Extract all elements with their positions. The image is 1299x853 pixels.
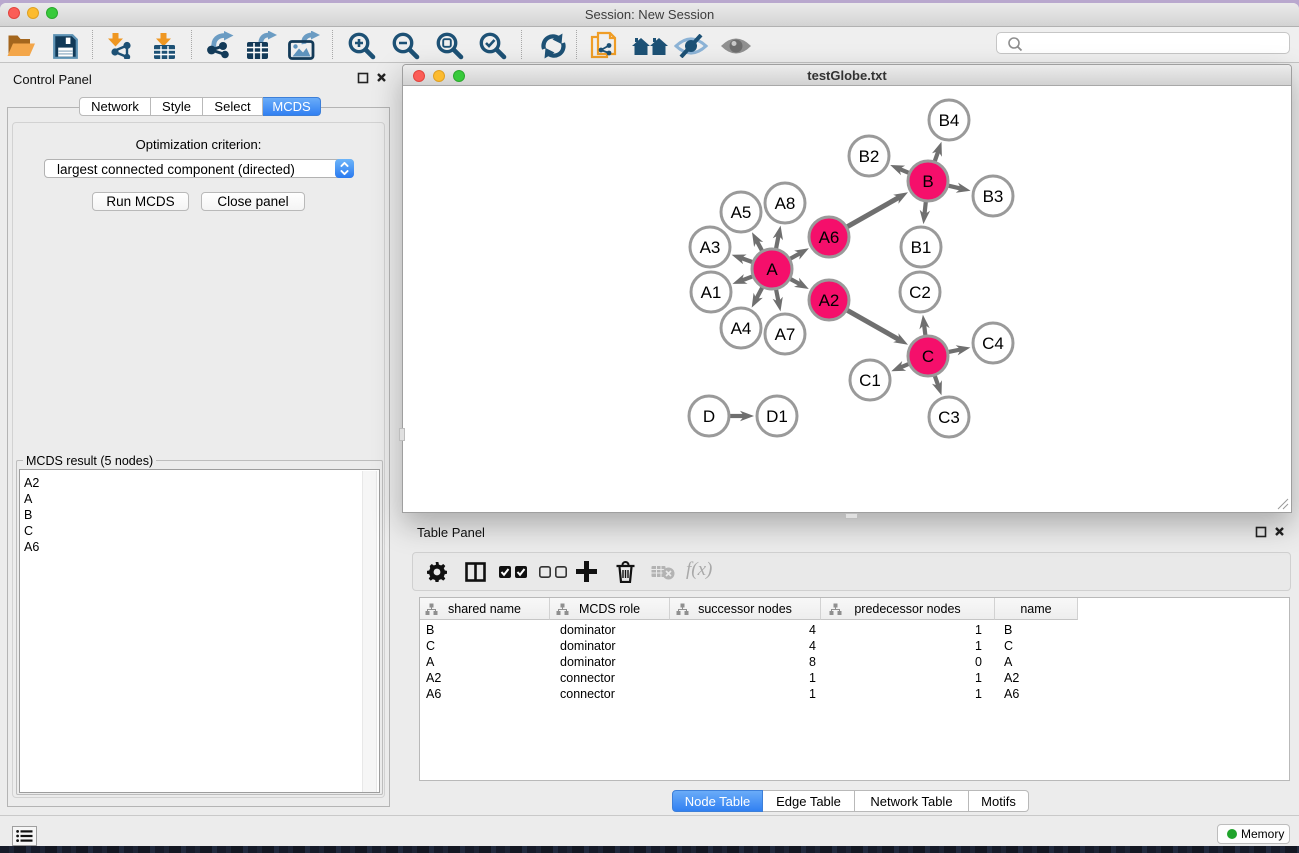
svg-text:C1: C1 [859,371,881,390]
svg-text:A6: A6 [819,228,840,247]
svg-text:A4: A4 [731,319,752,338]
svg-text:B: B [922,172,933,191]
svg-text:C2: C2 [909,283,931,302]
svg-text:C4: C4 [982,334,1004,353]
svg-text:A8: A8 [775,194,796,213]
svg-text:C3: C3 [938,408,960,427]
svg-text:A1: A1 [701,283,722,302]
svg-text:C: C [922,347,934,366]
svg-text:A: A [766,260,778,279]
svg-text:B4: B4 [939,111,960,130]
svg-text:A5: A5 [731,203,752,222]
svg-text:D1: D1 [766,407,788,426]
svg-text:B3: B3 [983,187,1004,206]
svg-text:D: D [703,407,715,426]
svg-text:B2: B2 [859,147,880,166]
svg-text:A2: A2 [819,291,840,310]
svg-text:A3: A3 [700,238,721,257]
svg-text:B1: B1 [911,238,932,257]
svg-text:A7: A7 [775,325,796,344]
